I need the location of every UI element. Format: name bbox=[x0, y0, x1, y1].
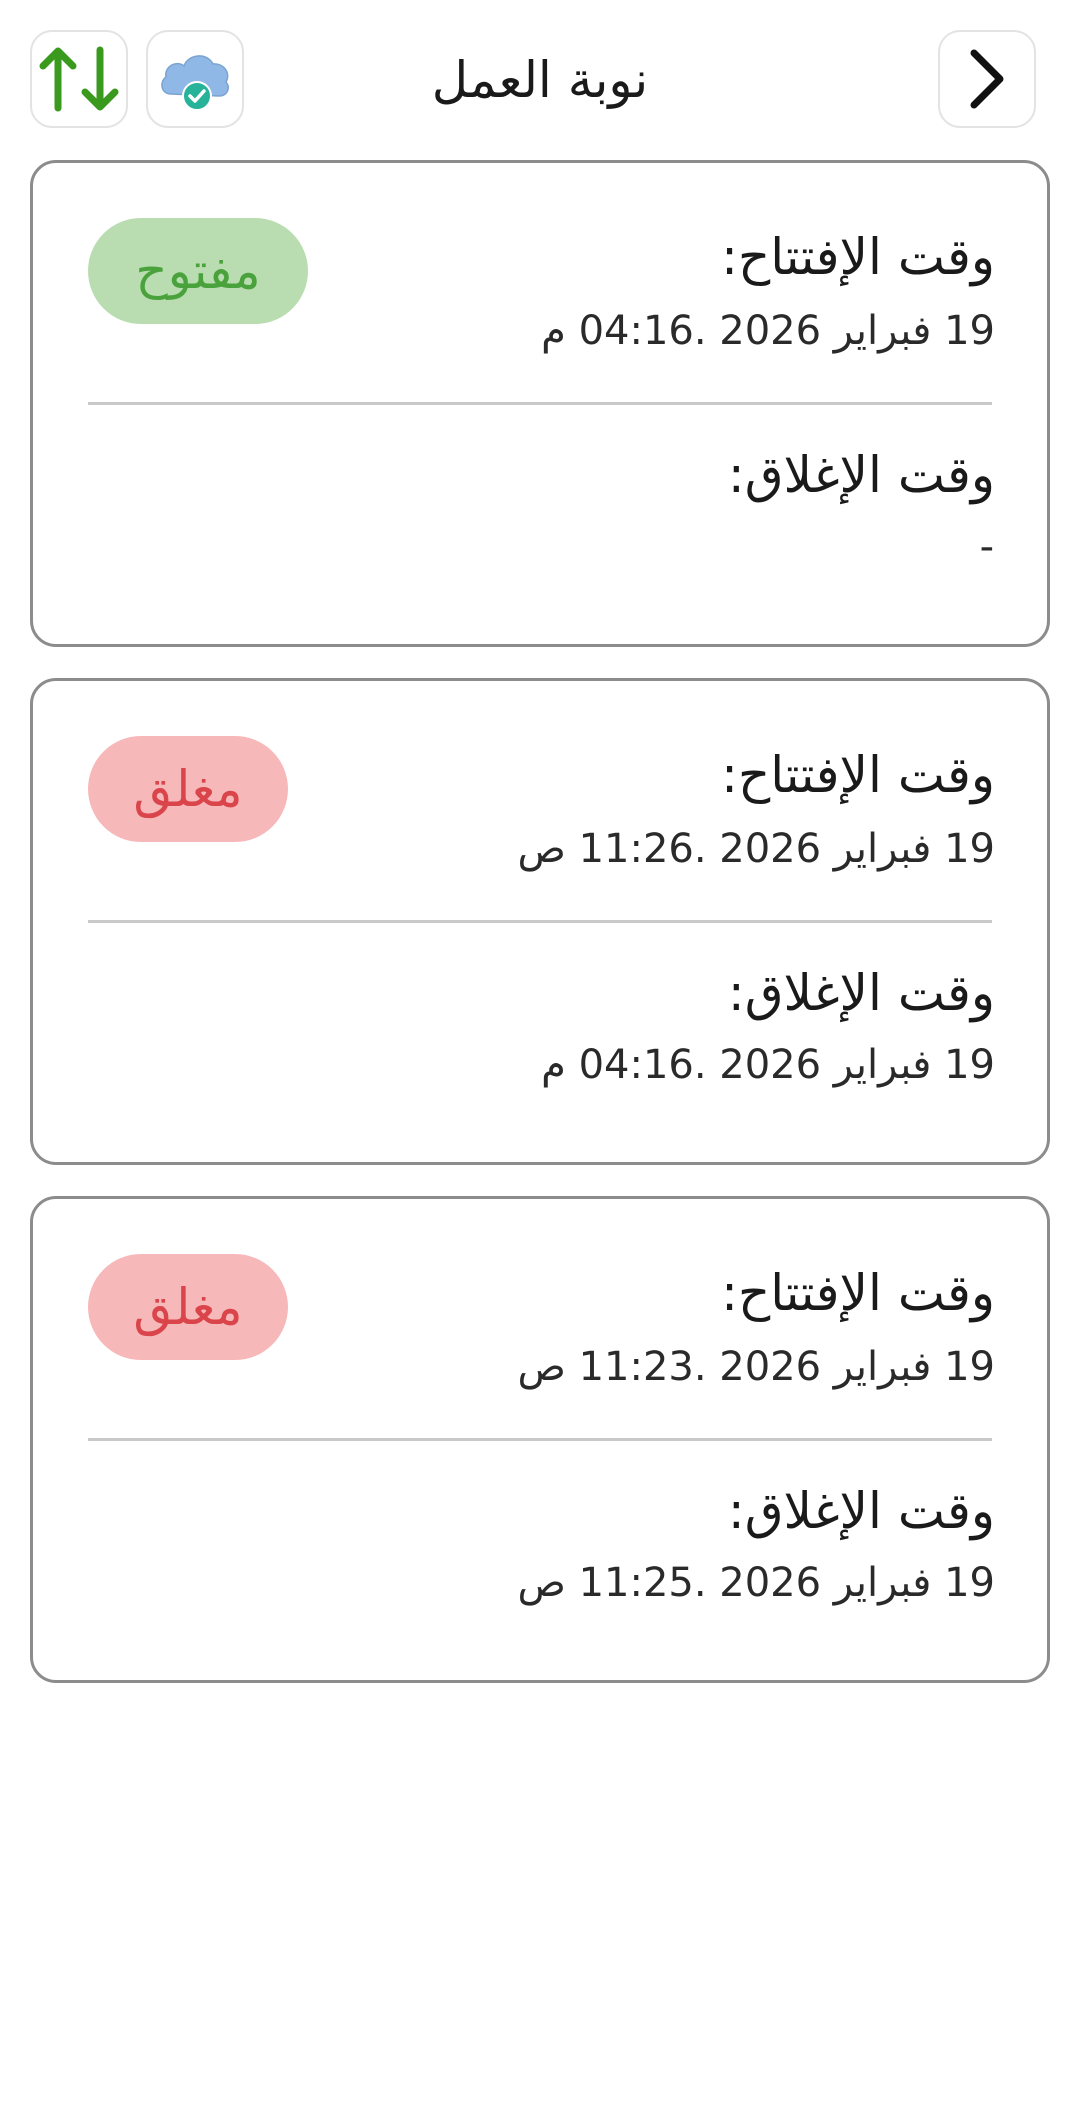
opening-time-value: 19 فبراير 2026 .11:23 ص bbox=[517, 1344, 995, 1390]
card-divider bbox=[88, 402, 992, 405]
sort-arrows-icon bbox=[39, 46, 119, 112]
closing-time-value: 19 فبراير 2026 .11:25 ص bbox=[517, 1560, 995, 1606]
shift-card[interactable]: وقت الإفتتاح: 19 فبراير 2026 .11:23 ص مغ… bbox=[30, 1196, 1050, 1683]
shift-card[interactable]: وقت الإفتتاح: 19 فبراير 2026 .11:26 ص مغ… bbox=[30, 678, 1050, 1165]
status-badge: مفتوح bbox=[88, 218, 308, 324]
closing-time-label: وقت الإغلاق: bbox=[727, 964, 995, 1022]
opening-time-label: وقت الإفتتاح: bbox=[721, 746, 995, 804]
closing-time-label: وقت الإغلاق: bbox=[727, 446, 995, 504]
closing-time-value: - bbox=[979, 524, 995, 570]
status-badge: مغلق bbox=[88, 1254, 288, 1360]
app-header: نوبة العمل bbox=[0, 0, 1080, 160]
cloud-synced-icon bbox=[161, 55, 229, 111]
sync-status-button[interactable] bbox=[146, 30, 244, 128]
opening-time-label: وقت الإفتتاح: bbox=[721, 1264, 995, 1322]
page-title: نوبة العمل bbox=[431, 51, 649, 109]
chevron-right-icon bbox=[970, 49, 1004, 109]
closing-time-value: 19 فبراير 2026 .04:16 م bbox=[541, 1042, 995, 1088]
status-badge: مغلق bbox=[88, 736, 288, 842]
opening-time-value: 19 فبراير 2026 .04:16 م bbox=[541, 308, 995, 354]
opening-time-value: 19 فبراير 2026 .11:26 ص bbox=[517, 826, 995, 872]
back-button[interactable] bbox=[938, 30, 1036, 128]
closing-time-label: وقت الإغلاق: bbox=[727, 1482, 995, 1540]
app-root: نوبة العمل وقت الإفتتاح: 19 فبراير 2026 … bbox=[0, 0, 1080, 2116]
card-divider bbox=[88, 1438, 992, 1441]
opening-time-label: وقت الإفتتاح: bbox=[721, 228, 995, 286]
card-divider bbox=[88, 920, 992, 923]
sort-button[interactable] bbox=[30, 30, 128, 128]
shift-card[interactable]: وقت الإفتتاح: 19 فبراير 2026 .04:16 م مف… bbox=[30, 160, 1050, 647]
